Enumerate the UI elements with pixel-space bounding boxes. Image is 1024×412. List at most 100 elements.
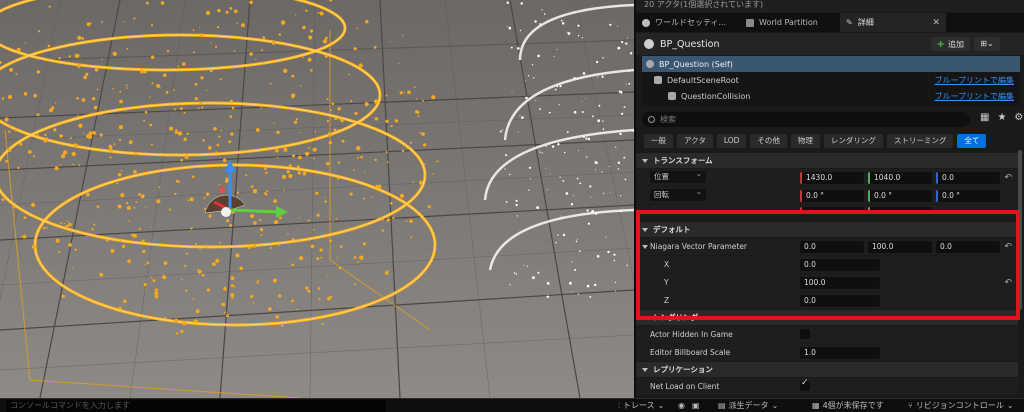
trace-button[interactable]: ⫶ トレース ⌄ xyxy=(618,399,664,412)
particle xyxy=(175,332,179,335)
particle xyxy=(586,209,589,212)
console-input[interactable]: コンソールコマンドを入力します xyxy=(6,400,386,412)
particle xyxy=(47,44,51,48)
component-self[interactable]: BP_Question (Self) xyxy=(642,56,1020,72)
billboard-scale-input[interactable]: 1.0 xyxy=(800,346,880,359)
particle xyxy=(192,29,195,32)
location-z-field[interactable]: 0.0 xyxy=(936,171,1000,184)
particle xyxy=(534,20,537,23)
particle xyxy=(143,283,147,287)
location-y-field[interactable]: 1040.0 xyxy=(868,171,932,184)
filter-general[interactable]: 一般 xyxy=(644,134,673,148)
particle xyxy=(89,22,92,25)
particle xyxy=(192,298,194,300)
particle xyxy=(206,288,210,292)
particle xyxy=(269,82,272,85)
particle xyxy=(528,189,530,191)
particle xyxy=(255,58,257,61)
star-icon[interactable]: ★ xyxy=(997,112,1006,123)
search-icon xyxy=(648,116,655,123)
reset-icon[interactable]: ↶ xyxy=(1004,173,1012,183)
particle xyxy=(324,54,328,58)
filter-lod[interactable]: LOD xyxy=(716,134,747,148)
particle xyxy=(125,84,128,87)
derived-data-button[interactable]: ▤ 派生データ ⌄ xyxy=(718,399,778,412)
section-replication[interactable]: レプリケーション xyxy=(636,362,1018,377)
rotation-y-field[interactable]: 0.0 ° xyxy=(868,189,932,202)
particle xyxy=(567,32,571,35)
filter-streaming[interactable]: ストリーミング xyxy=(886,134,954,148)
filter-misc[interactable]: その他 xyxy=(750,134,787,148)
particle xyxy=(236,191,240,194)
particle xyxy=(109,156,112,159)
particle xyxy=(33,93,37,98)
filter-rendering[interactable]: レンダリング xyxy=(823,134,883,148)
filter-all[interactable]: 全て xyxy=(957,134,987,148)
camera-button[interactable]: ▣ xyxy=(692,399,700,412)
revision-control-button[interactable]: ⑂ リビジョンコントロール ⌄ xyxy=(908,399,1014,412)
particle xyxy=(163,73,167,77)
particle xyxy=(141,239,145,243)
rotation-mode-dropdown[interactable]: 回転 xyxy=(650,186,706,201)
particle xyxy=(589,185,592,188)
particle xyxy=(353,169,355,171)
particle xyxy=(576,177,579,180)
particle xyxy=(308,146,311,149)
property-label: Actor Hidden In Game xyxy=(650,330,733,339)
particle xyxy=(151,24,153,26)
particle xyxy=(547,188,548,190)
component-question-collision[interactable]: QuestionCollision ブループリントで編集 xyxy=(642,88,1020,104)
particle xyxy=(78,123,83,128)
particle xyxy=(562,233,566,237)
actor-hidden-checkbox[interactable] xyxy=(800,329,810,339)
particle xyxy=(223,286,227,291)
filter-physics[interactable]: 物理 xyxy=(790,134,820,148)
particle xyxy=(319,11,324,16)
section-transform[interactable]: トランスフォーム xyxy=(636,153,1018,168)
particle xyxy=(218,135,221,138)
particle xyxy=(520,2,523,5)
edit-in-blueprint-link[interactable]: ブループリントで編集 xyxy=(934,91,1014,102)
particle xyxy=(516,215,518,217)
location-x-field[interactable]: 1430.0 xyxy=(800,171,864,184)
derived-data-label: 派生データ xyxy=(728,401,769,410)
particle xyxy=(44,137,49,141)
particle xyxy=(506,25,508,27)
particle xyxy=(307,219,310,222)
particle xyxy=(585,98,587,100)
particle xyxy=(22,234,27,239)
tab-world-partition[interactable]: World Partition xyxy=(740,13,840,32)
rotation-x-field[interactable]: 0.0 ° xyxy=(800,189,864,202)
particle xyxy=(264,167,267,170)
edit-in-blueprint-link[interactable]: ブループリントで編集 xyxy=(934,75,1014,86)
particle xyxy=(74,53,79,59)
details-search-input[interactable]: 検索 xyxy=(642,112,970,127)
particle xyxy=(125,201,129,205)
particle xyxy=(278,216,282,220)
particle xyxy=(559,176,561,178)
component-default-scene-root[interactable]: DefaultSceneRoot ブループリントで編集 xyxy=(642,72,1020,88)
unsaved-button[interactable]: ▦ 4個が未保存です xyxy=(812,399,884,412)
gear-icon[interactable]: ⚙ xyxy=(1014,112,1023,123)
add-component-button[interactable]: + 追加 xyxy=(930,37,970,51)
particle xyxy=(16,47,21,52)
particle xyxy=(598,104,601,107)
particle xyxy=(143,119,146,122)
scene-root-icon xyxy=(654,76,662,84)
tab-details[interactable]: ✎ 詳細 ✕ xyxy=(840,13,946,32)
net-load-checkbox[interactable] xyxy=(800,378,810,391)
particle xyxy=(156,199,161,204)
location-mode-dropdown[interactable]: 位置 xyxy=(650,168,706,183)
filter-actor[interactable]: アクタ xyxy=(677,134,713,148)
table-view-icon[interactable]: ▦ xyxy=(980,112,989,123)
blueprint-options-button[interactable]: ⊞⌄ xyxy=(974,37,1000,51)
particle xyxy=(358,63,363,68)
particle xyxy=(527,75,530,77)
particle xyxy=(608,166,610,167)
record-button[interactable]: ◉ xyxy=(678,399,685,412)
tab-world-settings[interactable]: ワールドセッティ... xyxy=(636,13,740,32)
rotation-z-field[interactable]: 0.0 ° xyxy=(936,189,1000,202)
particle xyxy=(609,23,612,26)
close-icon[interactable]: ✕ xyxy=(932,18,940,28)
level-viewport[interactable] xyxy=(0,0,634,398)
